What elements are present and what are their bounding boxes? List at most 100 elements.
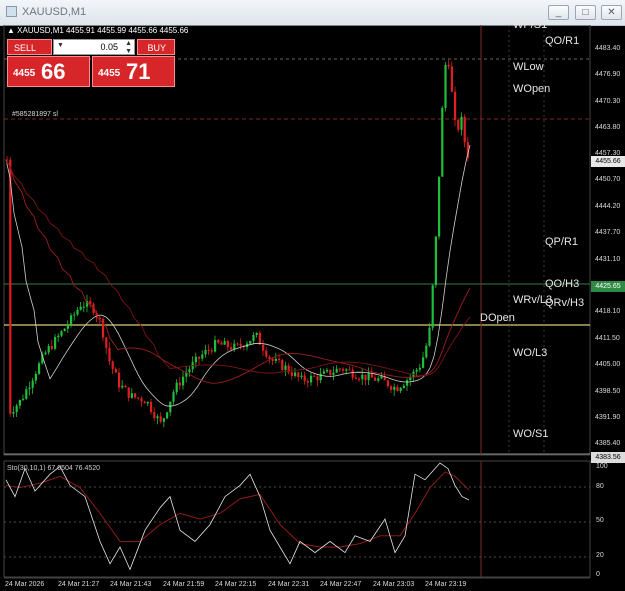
candle-body (175, 382, 178, 393)
candle-body (214, 339, 217, 352)
candle-body (434, 236, 437, 286)
sto-tick: 80 (596, 483, 604, 490)
candle-body (306, 380, 309, 383)
candle-body (22, 398, 25, 400)
candle-body (386, 380, 389, 387)
candle-body (422, 357, 425, 368)
candle-body (31, 380, 34, 388)
candle-body (428, 327, 431, 346)
candle-body (140, 398, 143, 402)
candle-body (76, 309, 79, 315)
price-tick: 4385.40 (595, 440, 621, 447)
time-tick: 24 Mar 23:03 (373, 581, 415, 588)
stochastic-main-line (5, 462, 470, 571)
candle-body (278, 358, 281, 360)
candle-body (79, 306, 82, 310)
sell-price-pips: 66 (41, 59, 66, 84)
candle-body (406, 380, 409, 386)
buy-button[interactable]: BUY (137, 39, 175, 55)
sell-button[interactable]: SELL (7, 39, 52, 55)
candle-body (220, 342, 223, 345)
chart-canvas[interactable] (0, 25, 625, 591)
candle-body (457, 120, 460, 130)
candle-body (134, 393, 137, 398)
candle-body (70, 315, 73, 325)
candle-body (399, 387, 402, 392)
lot-size-input[interactable]: ▼ 0.05 ▲ ▼ (53, 39, 135, 55)
candle-body (374, 377, 377, 381)
candle-body (198, 356, 201, 359)
candle-body (73, 314, 76, 316)
candle-body (233, 343, 236, 350)
candle-body (172, 392, 175, 402)
time-tick: 24 Mar 22:47 (320, 581, 362, 588)
level-label-wp-s1: WP/S1 (513, 19, 548, 31)
lot-dropdown-icon[interactable]: ▼ (57, 42, 64, 49)
candle-body (303, 375, 306, 381)
time-tick: 24 Mar 21:27 (58, 581, 100, 588)
candle-body (162, 418, 165, 422)
candle-body (338, 368, 341, 370)
candle-body (47, 346, 50, 353)
candle-body (127, 387, 130, 398)
candle-body (15, 405, 18, 413)
candle-body (153, 412, 156, 419)
candle-body (393, 386, 396, 390)
candle-body (57, 335, 60, 338)
chart-window-icon (6, 6, 17, 17)
candle-body (345, 369, 348, 371)
level-label-wo-s1: WO/S1 (513, 428, 549, 440)
current-price-badge: 4455.66 (591, 156, 625, 167)
buy-price-button[interactable]: 4455 71 (92, 56, 175, 87)
candle-body (364, 374, 367, 381)
candle-body (402, 385, 405, 388)
lot-spinner-icon[interactable]: ▲ ▼ (125, 40, 132, 56)
candle-body (377, 378, 380, 381)
level-label-wo-l3: WO/L3 (513, 347, 548, 359)
candle-body (111, 361, 114, 369)
candle-body (44, 352, 47, 355)
candle-body (300, 375, 303, 378)
candle-body (367, 372, 370, 381)
candle-body (294, 372, 297, 377)
candle-body (130, 393, 133, 398)
stochastic-plot-frame (3, 460, 591, 578)
candle-body (50, 346, 53, 349)
minimize-button[interactable]: _ (548, 5, 569, 20)
candle-body (281, 359, 284, 370)
candle-body (258, 332, 261, 345)
chart-area[interactable]: ▲ XAUUSD,M1 4455.91 4455.99 4455.66 4455… (0, 19, 625, 591)
candle-body (12, 412, 15, 414)
restore-button[interactable]: □ (575, 5, 596, 20)
close-button[interactable]: ✕ (601, 5, 622, 20)
candle-body (252, 335, 255, 341)
candle-body (441, 107, 444, 177)
candle-body (326, 369, 329, 372)
stochastic-header: Sto(30,10,1) 67.0504 76.4520 (7, 465, 101, 472)
candle-body (447, 64, 450, 67)
price-tick: 4405.00 (595, 361, 621, 368)
one-click-trading-panel: SELL ▼ 0.05 ▲ ▼ BUY 4455 66 4455 71 (7, 39, 175, 87)
candle-body (60, 331, 63, 336)
price-tick: 4437.70 (595, 229, 621, 236)
candle-body (332, 372, 335, 375)
sell-price-button[interactable]: 4455 66 (7, 56, 90, 87)
symbol-header: ▲ XAUUSD,M1 4455.91 4455.99 4455.66 4455… (7, 26, 189, 35)
level-label-qrv-h3: QRv/H3 (545, 297, 585, 309)
window-title: XAUUSD,M1 (22, 6, 87, 18)
candle-body (66, 324, 69, 329)
candle-body (188, 369, 191, 373)
candle-body (159, 416, 162, 422)
price-tick: 4391.90 (595, 414, 621, 421)
sto-tick: 0 (596, 571, 600, 578)
candle-body (230, 347, 233, 350)
candle-body (425, 345, 428, 358)
candle-body (284, 365, 287, 370)
lot-size-value: 0.05 (100, 42, 118, 52)
candle-body (38, 363, 41, 374)
order-stoploss-label[interactable]: #585281897 sl (12, 111, 58, 118)
time-tick: 24 Mar 21:59 (163, 581, 205, 588)
candle-body (28, 387, 31, 390)
candle-body (342, 368, 345, 371)
candle-body (335, 368, 338, 373)
